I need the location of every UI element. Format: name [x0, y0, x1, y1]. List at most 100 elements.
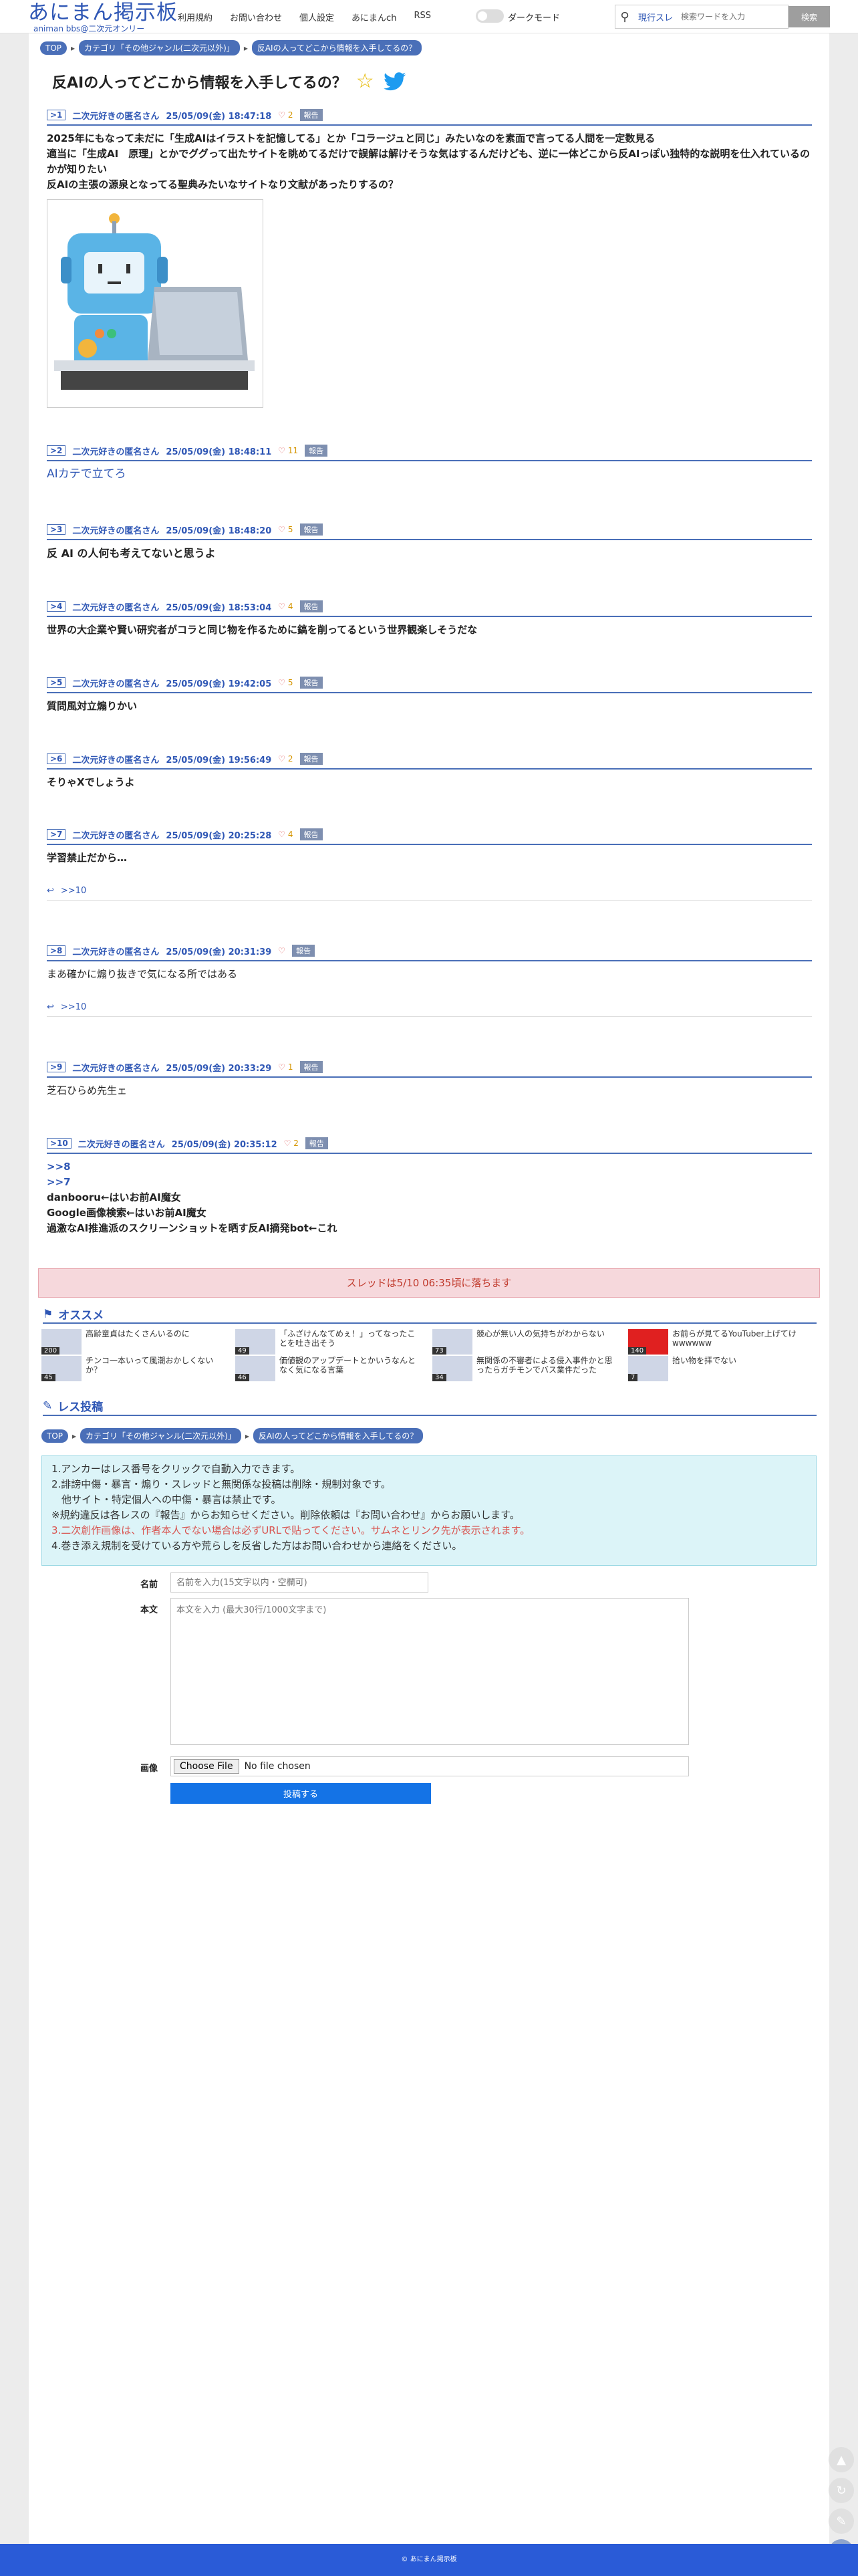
post-number[interactable]: >8 [47, 945, 66, 956]
search-button[interactable]: 検索 [789, 6, 830, 27]
nav-contact[interactable]: お問い合わせ [230, 11, 282, 23]
recommend-heading: ⚑ オススメ [43, 1306, 104, 1323]
favorite-star-icon[interactable]: ☆ [356, 70, 374, 93]
post-number[interactable]: >10 [47, 1138, 72, 1149]
report-button[interactable]: 報告 [299, 109, 323, 121]
like-button[interactable]: ♡ 4 [278, 830, 293, 839]
recommend-item[interactable]: 200 高齢童貞はたくさんいるのに [41, 1329, 229, 1356]
post-image-robot[interactable] [47, 199, 263, 408]
like-button[interactable]: ♡ 11 [278, 446, 298, 455]
name-input[interactable] [170, 1572, 428, 1593]
like-count: 11 [287, 446, 299, 455]
report-button[interactable]: 報告 [292, 945, 315, 957]
post-line: 2025年にもなって未だに「生成AIはイラストを記憶してる」とか「コラージュと同… [47, 132, 656, 144]
recommend-item[interactable]: 73 競心が無い人の気持ちがわからない [432, 1329, 619, 1356]
thread-thumbnail: 73 [432, 1329, 472, 1355]
body-textarea[interactable] [170, 1598, 689, 1745]
post-date: 25/05/09(金) 20:33:29 [166, 1063, 272, 1074]
post-line: 芝石ひらめ先生ェ [47, 1084, 128, 1096]
recommend-item[interactable]: 49 「ふざけんなてめぇ！」ってなったことを吐き出そう [235, 1329, 422, 1356]
recommend-item[interactable]: 45 チンコ一本いって風潮おかしくないか？ [41, 1356, 229, 1383]
report-button[interactable]: 報告 [299, 677, 323, 689]
rule-line: 1.アンカーはレス番号をクリックで自動入力できます。 [51, 1463, 301, 1475]
post-number[interactable]: >2 [47, 445, 66, 456]
tag-icon: ⚑ [43, 1307, 53, 1321]
post-number[interactable]: >1 [47, 110, 66, 120]
breadcrumb-category[interactable]: カテゴリ「その他ジャンル(二次元以外)」 [80, 1428, 241, 1443]
search-mode-select[interactable]: 現行スレ [634, 11, 677, 23]
like-button[interactable]: ♡ 4 [278, 602, 293, 611]
post-header: >3 二次元好きの匿名さん 25/05/09(金) 18:48:20 ♡ 5 報… [47, 523, 812, 540]
post-header: >5 二次元好きの匿名さん 25/05/09(金) 19:42:05 ♡ 5 報… [47, 676, 812, 693]
recommend-title: オススメ [58, 1309, 104, 1322]
twitter-share-icon[interactable] [383, 72, 406, 91]
breadcrumb-category[interactable]: カテゴリ「その他ジャンル(二次元以外)」 [79, 40, 240, 55]
search-input[interactable] [677, 7, 784, 27]
report-button[interactable]: 報告 [299, 753, 323, 765]
breadcrumb-top[interactable]: TOP [41, 1429, 69, 1443]
post-date: 25/05/09(金) 19:56:49 [166, 755, 272, 766]
reply-count-badge: 73 [432, 1347, 446, 1355]
post-header: >6 二次元好きの匿名さん 25/05/09(金) 19:56:49 ♡ 2 報… [47, 752, 812, 770]
recommend-item[interactable]: 34 無関係の不審者による侵入事件かと思ったらガチモンでバス業件だった [432, 1356, 619, 1383]
breadcrumb: TOP ▸ カテゴリ「その他ジャンル(二次元以外)」 ▸ 反AIの人ってどこから… [40, 40, 422, 55]
thread-thumbnail: 7 [628, 1356, 668, 1381]
reload-icon[interactable]: ↻ [829, 2478, 854, 2503]
post-number[interactable]: >9 [47, 1062, 66, 1072]
like-button[interactable]: ♡ 2 [284, 1139, 299, 1148]
poster-name: 二次元好きの匿名さん [72, 447, 160, 457]
logo-main[interactable]: あにまん掲示板 [28, 1, 178, 24]
dark-mode-toggle[interactable] [476, 9, 504, 23]
post-line: 質問風対立煽りかい [47, 700, 138, 712]
post-number[interactable]: >4 [47, 601, 66, 612]
like-button[interactable]: ♡ 2 [278, 110, 293, 120]
scroll-top-icon[interactable]: ▲ [829, 2447, 854, 2472]
report-button[interactable]: 報告 [299, 523, 323, 536]
image-label: 画像 [140, 1764, 158, 1774]
choose-file-button[interactable]: Choose File [174, 1759, 239, 1774]
like-button[interactable]: ♡ 2 [278, 754, 293, 764]
report-button[interactable]: 報告 [299, 1061, 323, 1073]
edit-icon[interactable]: ✎ [829, 2508, 854, 2534]
post-line: Google画像検索←はいお前AI魔女 [47, 1207, 206, 1219]
report-button[interactable]: 報告 [299, 828, 323, 840]
nav-settings[interactable]: 個人設定 [299, 11, 334, 23]
report-button[interactable]: 報告 [299, 600, 323, 612]
post-number[interactable]: >6 [47, 753, 66, 764]
recommend-item[interactable]: 46 価値観のアップデートとかいうなんとなく気になる言葉 [235, 1356, 422, 1383]
report-button[interactable]: 報告 [305, 445, 328, 457]
like-button[interactable]: ♡ [278, 946, 285, 955]
body-label: 本文 [140, 1605, 158, 1615]
post-number[interactable]: >3 [47, 524, 66, 535]
recommend-item[interactable]: 7 拾い物を拝でない [628, 1356, 815, 1383]
site-header: あにまん掲示板 animan bbs@二次元オンリー 利用規約 お問い合わせ 個… [0, 0, 858, 33]
chevron-right-icon: ▸ [72, 1431, 77, 1441]
reply-anchor-link[interactable]: >>10 [61, 886, 86, 896]
nav-animanch[interactable]: あにまんch [351, 11, 396, 23]
submit-button[interactable]: 投稿する [170, 1783, 431, 1804]
report-button[interactable]: 報告 [305, 1137, 328, 1149]
nav-rss[interactable]: RSS [414, 11, 431, 23]
dark-mode-label: ダークモード [508, 13, 561, 23]
nav-terms[interactable]: 利用規約 [178, 11, 212, 23]
post-line: そりゃXでしょうよ [47, 776, 135, 788]
post-number[interactable]: >7 [47, 829, 66, 840]
post-1: >1 二次元好きの匿名さん 25/05/09(金) 18:47:18 ♡ 2 報… [47, 108, 812, 408]
breadcrumb-thread[interactable]: 反AIの人ってどこから情報を入手してるの？ [253, 1428, 424, 1443]
post-line: まあ確かに煽り抜きで気になる所ではある [47, 968, 238, 980]
like-button[interactable]: ♡ 5 [278, 678, 293, 687]
robot-illustration [54, 213, 255, 390]
like-button[interactable]: ♡ 1 [278, 1062, 293, 1072]
like-button[interactable]: ♡ 5 [278, 525, 293, 534]
anchor-link[interactable]: >>7 [47, 1175, 812, 1190]
chevron-right-icon: ▸ [243, 43, 248, 53]
breadcrumb-thread[interactable]: 反AIの人ってどこから情報を入手してるの？ [251, 40, 422, 55]
site-logo[interactable]: あにまん掲示板 animan bbs@二次元オンリー [28, 1, 178, 33]
like-count: 4 [287, 602, 293, 611]
breadcrumb-top[interactable]: TOP [40, 41, 67, 55]
reply-anchor-link[interactable]: >>10 [61, 1002, 86, 1012]
recommend-item[interactable]: 140 お前らが見てるYouTuber上げてけwwwwww [628, 1329, 815, 1356]
post-number[interactable]: >5 [47, 677, 66, 688]
recommend-item-title: 拾い物を拝でない [672, 1356, 737, 1365]
anchor-link[interactable]: >>8 [47, 1159, 812, 1175]
